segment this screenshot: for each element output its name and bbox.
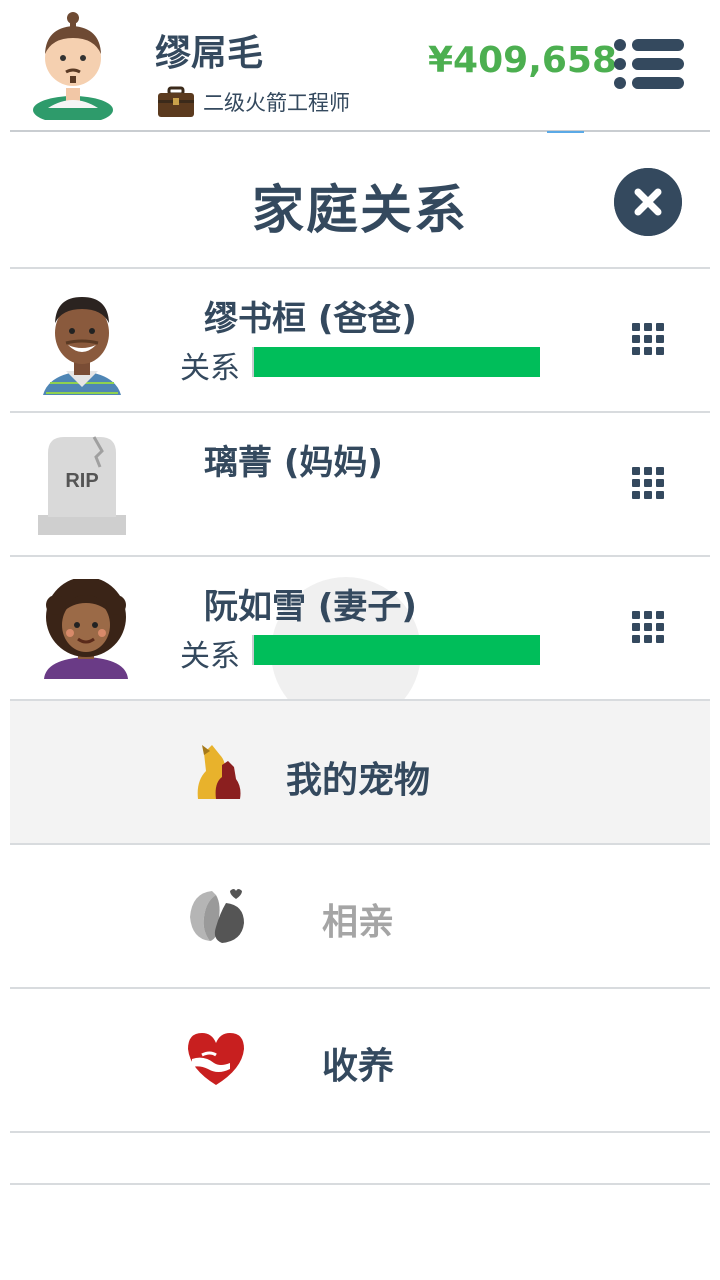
dating-icon (190, 889, 244, 943)
relation-label: 关系 (180, 351, 240, 386)
relationship-bar (252, 635, 540, 665)
top-header: 缪屌毛 二级火箭工程师 ¥409,658 (0, 0, 720, 133)
adoption-heart-icon (188, 1033, 244, 1085)
pets-icon (197, 745, 241, 799)
family-row-mother: RIP 璃菁 (妈妈) (0, 413, 720, 555)
tombstone-rip-icon[interactable]: RIP (36, 433, 128, 545)
my-pets-label: 我的宠物 (286, 760, 431, 801)
blind-date-label: 相亲 (322, 902, 395, 943)
my-pets-button[interactable]: 我的宠物 (10, 701, 710, 843)
adoption-button[interactable]: 收养 (10, 989, 710, 1131)
list-menu-icon[interactable] (612, 38, 684, 90)
divider (10, 1131, 710, 1133)
member-name: 璃菁 (妈妈) (204, 443, 383, 483)
relationship-bar-fill (254, 635, 540, 665)
page-title: 家庭关系 (251, 181, 468, 241)
member-name: 缪书桓 (爸爸) (204, 299, 417, 339)
player-name: 缪屌毛 (155, 33, 264, 74)
member-name: 阮如雪 (妻子) (204, 587, 417, 627)
divider (10, 1183, 710, 1185)
tombstone-text: RIP (65, 470, 98, 492)
title-bar: 家庭关系 (0, 132, 720, 268)
job-row: 二级火箭工程师 (157, 86, 350, 118)
family-row-wife: 阮如雪 (妻子) 关系 (0, 557, 720, 699)
blind-date-button[interactable]: 相亲 (10, 845, 710, 987)
wife-avatar[interactable] (40, 579, 132, 691)
grid-menu-icon[interactable] (630, 609, 666, 645)
relationship-bar (252, 347, 540, 377)
relationship-bar-fill (254, 347, 540, 377)
money-balance: ¥409,658 (428, 40, 618, 81)
grid-menu-icon[interactable] (630, 321, 666, 357)
father-avatar[interactable] (36, 283, 128, 395)
job-title: 二级火箭工程师 (203, 91, 350, 115)
player-avatar[interactable] (28, 8, 118, 120)
briefcase-icon (158, 86, 194, 117)
adoption-label: 收养 (322, 1046, 395, 1087)
relation-label: 关系 (180, 639, 240, 674)
family-row-father: 缪书桓 (爸爸) 关系 (0, 269, 720, 411)
close-icon[interactable] (614, 168, 682, 236)
grid-menu-icon[interactable] (630, 465, 666, 501)
